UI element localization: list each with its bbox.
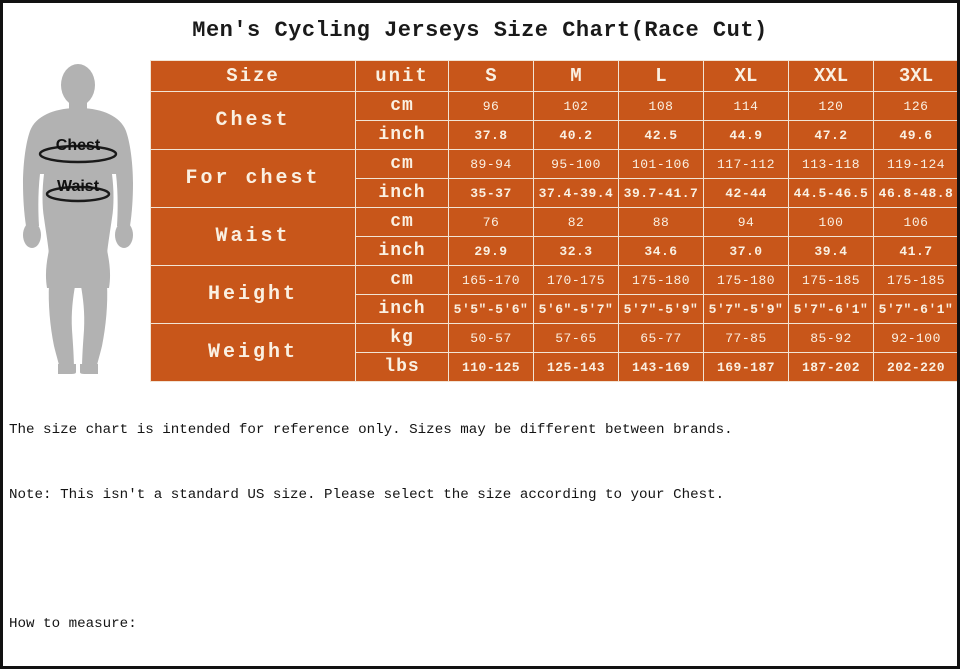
value-cell: 39.4	[788, 236, 874, 266]
value-cell: 126	[873, 91, 957, 121]
value-cell: 117-112	[703, 149, 789, 179]
value-cell: 76	[448, 207, 534, 237]
header-size-l: L	[618, 60, 704, 92]
unit-cell-cm: cm	[355, 207, 449, 237]
header-size-xxl: XXL	[788, 60, 874, 92]
value-cell: 106	[873, 207, 957, 237]
value-cell: 32.3	[533, 236, 619, 266]
value-cell: 5'7"-6'1"	[873, 294, 957, 324]
value-cell: 113-118	[788, 149, 874, 179]
value-cell: 29.9	[448, 236, 534, 266]
value-cell: 95-100	[533, 149, 619, 179]
row-label-weight: Weight	[150, 323, 356, 382]
value-cell: 65-77	[618, 323, 704, 353]
value-cell: 46.8-48.8	[873, 178, 957, 208]
size-chart-page: Men's Cycling Jerseys Size Chart(Race Cu…	[0, 0, 960, 669]
value-cell: 114	[703, 91, 789, 121]
value-cell: 5'7"-5'9"	[618, 294, 704, 324]
unit-cell-inch: inch	[355, 178, 449, 208]
value-cell: 120	[788, 91, 874, 121]
value-cell: 92-100	[873, 323, 957, 353]
table-row: Height cm 165-170 170-175 175-180 175-180 175-…	[150, 265, 957, 324]
header-size-m: M	[533, 60, 619, 92]
unit-cell-cm: cm	[355, 149, 449, 179]
value-cell: 37.0	[703, 236, 789, 266]
value-cell: 57-65	[533, 323, 619, 353]
value-cell: 5'7"-6'1"	[788, 294, 874, 324]
unit-cell-inch: inch	[355, 236, 449, 266]
value-cell: 5'7"-5'9"	[703, 294, 789, 324]
value-cell: 50-57	[448, 323, 534, 353]
value-cell: 44.5-46.5	[788, 178, 874, 208]
value-cell: 85-92	[788, 323, 874, 353]
note-how-to-measure-heading: How to measure:	[9, 615, 137, 632]
header-size-xl: XL	[703, 60, 789, 92]
table-row: Waist cm 76 82 88 94 100 106	[150, 207, 957, 266]
note-disclaimer-2: Note: This isn't a standard US size. Ple…	[9, 486, 725, 503]
header-size: Size	[150, 60, 356, 92]
waist-figure-label: Waist	[57, 178, 100, 195]
size-chart-table: Size unit S M L XL XXL 3XL Chest cm 96 102 1…	[150, 60, 957, 382]
value-cell: 89-94	[448, 149, 534, 179]
value-cell: 34.6	[618, 236, 704, 266]
value-cell: 5'5"-5'6"	[448, 294, 534, 324]
value-cell: 96	[448, 91, 534, 121]
header-size-s: S	[448, 60, 534, 92]
notes-section: The size chart is intended for reference…	[9, 377, 953, 666]
table-header: Size unit S M L XL XXL 3XL	[150, 60, 957, 92]
male-body-silhouette-icon: Chest Waist	[23, 64, 133, 374]
value-cell: 102	[533, 91, 619, 121]
row-label-chest: Chest	[150, 91, 356, 150]
value-cell: 39.7-41.7	[618, 178, 704, 208]
value-cell: 5'6"-5'7"	[533, 294, 619, 324]
table-row: For chest cm 89-94 95-100 101-106 117-112 113-…	[150, 149, 957, 208]
chest-figure-label: Chest	[56, 137, 101, 154]
header-size-3xl: 3XL	[873, 60, 957, 92]
row-label-for-chest: For chest	[150, 149, 356, 208]
value-cell: 175-180	[703, 265, 789, 295]
unit-cell-cm: cm	[355, 91, 449, 121]
value-cell: 119-124	[873, 149, 957, 179]
header-unit: unit	[355, 60, 449, 92]
value-cell: 49.6	[873, 120, 957, 150]
note-spacer-1	[9, 549, 953, 571]
value-cell: 175-185	[788, 265, 874, 295]
value-cell: 42-44	[703, 178, 789, 208]
header-row: Size unit S M L XL XXL 3XL	[150, 60, 957, 92]
value-cell: 37.4-39.4	[533, 178, 619, 208]
note-disclaimer-1: The size chart is intended for reference…	[9, 422, 733, 438]
value-cell: 170-175	[533, 265, 619, 295]
unit-cell-kg: kg	[355, 323, 449, 353]
value-cell: 77-85	[703, 323, 789, 353]
value-cell: 37.8	[448, 120, 534, 150]
row-label-height: Height	[150, 265, 356, 324]
row-label-waist: Waist	[150, 207, 356, 266]
body-measurement-figure: Chest Waist	[6, 58, 150, 374]
value-cell: 82	[533, 207, 619, 237]
unit-cell-inch: inch	[355, 294, 449, 324]
page-title: Men's Cycling Jerseys Size Chart(Race Cu…	[192, 18, 768, 43]
value-cell: 44.9	[703, 120, 789, 150]
unit-cell-cm: cm	[355, 265, 449, 295]
value-cell: 108	[618, 91, 704, 121]
value-cell: 40.2	[533, 120, 619, 150]
value-cell: 47.2	[788, 120, 874, 150]
value-cell: 88	[618, 207, 704, 237]
value-cell: 165-170	[448, 265, 534, 295]
value-cell: 175-185	[873, 265, 957, 295]
value-cell: 35-37	[448, 178, 534, 208]
table-body: Chest cm 96 102 108 114 120 126 inch 37.8 40.2 42.5…	[150, 91, 957, 382]
value-cell: 41.7	[873, 236, 957, 266]
value-cell: 42.5	[618, 120, 704, 150]
value-cell: 175-180	[618, 265, 704, 295]
value-cell: 101-106	[618, 149, 704, 179]
value-cell: 100	[788, 207, 874, 237]
table-row: Weight kg 50-57 57-65 65-77 77-85 85-92 92-100	[150, 323, 957, 382]
unit-cell-inch: inch	[355, 120, 449, 150]
value-cell: 94	[703, 207, 789, 237]
title-bar: Men's Cycling Jerseys Size Chart(Race Cu…	[3, 3, 957, 58]
table-row: Chest cm 96 102 108 114 120 126	[150, 91, 957, 150]
